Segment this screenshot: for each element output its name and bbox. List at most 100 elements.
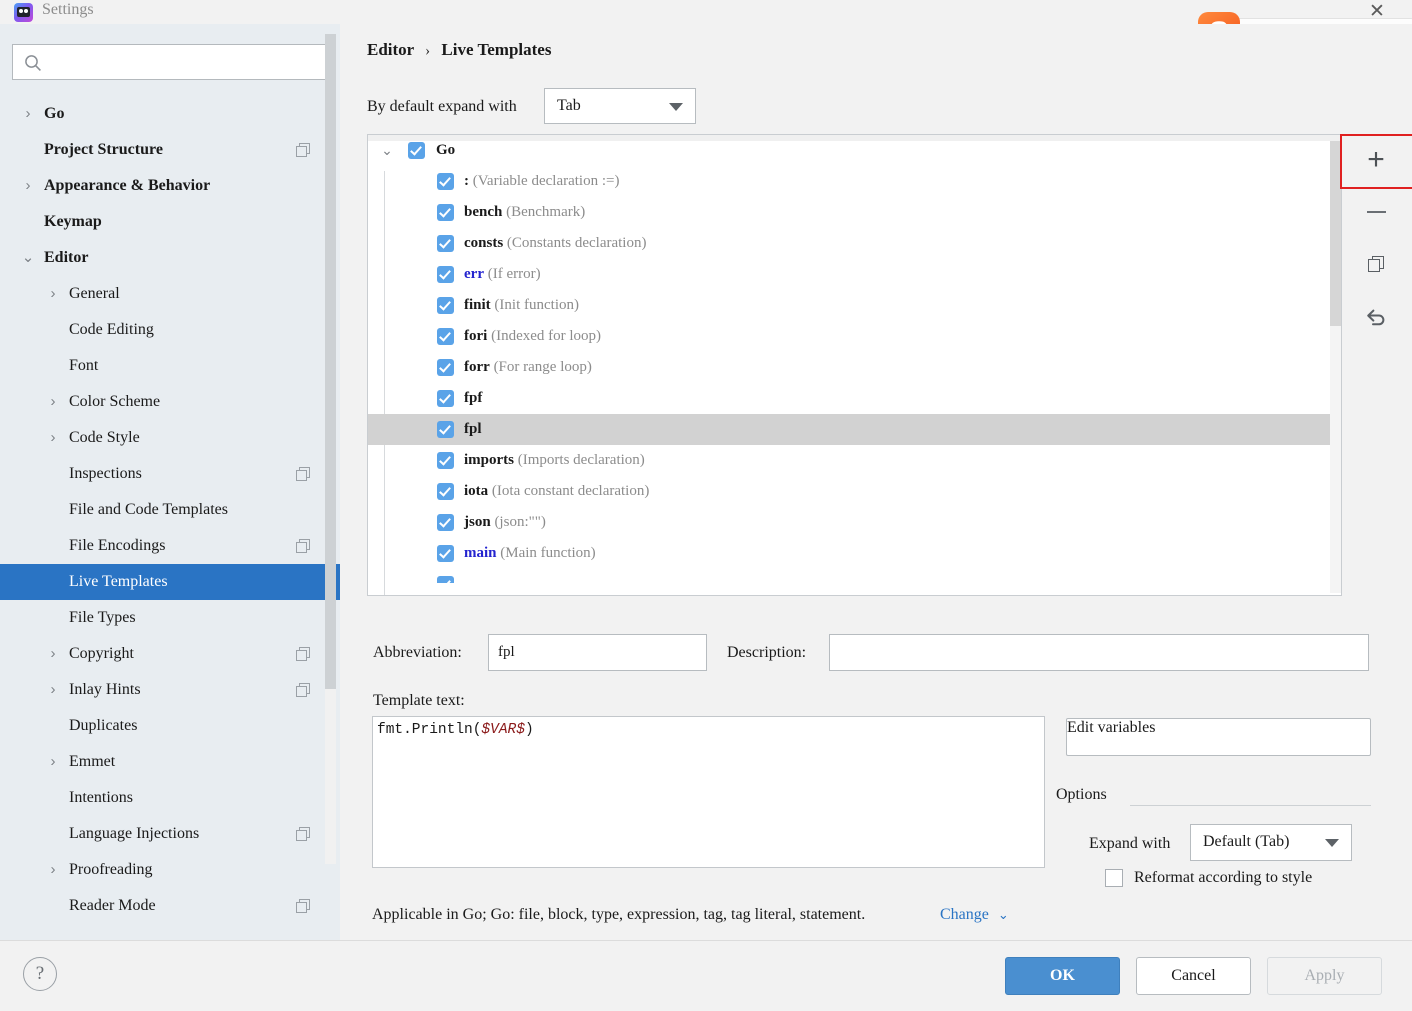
- sidebar-item-inlay-hints[interactable]: › Inlay Hints: [0, 672, 340, 708]
- sidebar-item-label: Inlay Hints: [69, 681, 141, 698]
- template-checkbox[interactable]: [408, 142, 425, 159]
- template-row[interactable]: fpl: [368, 414, 1341, 445]
- template-row[interactable]: : (Variable declaration :=): [368, 166, 1341, 197]
- chevron-right-icon[interactable]: ›: [45, 636, 61, 672]
- template-checkbox[interactable]: [437, 204, 454, 221]
- project-scope-icon: [296, 647, 310, 661]
- sidebar-item-font[interactable]: Font: [0, 348, 340, 384]
- reformat-checkbox[interactable]: [1105, 869, 1123, 887]
- chevron-down-icon: [1325, 839, 1339, 847]
- edit-variables-button[interactable]: Edit variables: [1066, 718, 1371, 756]
- template-checkbox[interactable]: [437, 421, 454, 438]
- list-scrollbar-thumb[interactable]: [1330, 141, 1341, 326]
- sidebar-item-keymap[interactable]: Keymap: [0, 204, 340, 240]
- template-checkbox[interactable]: [437, 235, 454, 252]
- restore-defaults-button[interactable]: [1350, 290, 1402, 342]
- template-checkbox[interactable]: [437, 514, 454, 531]
- apply-button[interactable]: Apply: [1267, 957, 1382, 995]
- template-row-label: err (If error): [464, 259, 541, 290]
- template-checkbox[interactable]: [437, 297, 454, 314]
- chevron-right-icon[interactable]: ›: [45, 384, 61, 420]
- template-row[interactable]: fpf: [368, 383, 1341, 414]
- template-row-label: json (json:""): [464, 507, 546, 538]
- template-row[interactable]: [368, 569, 1341, 583]
- template-checkbox[interactable]: [437, 576, 454, 583]
- chevron-down-icon[interactable]: ⌄: [378, 135, 396, 166]
- template-list[interactable]: ⌄ Go: (Variable declaration :=) bench (Ben…: [367, 134, 1342, 596]
- chevron-right-icon[interactable]: ›: [45, 744, 61, 780]
- abbreviation-input[interactable]: [488, 634, 707, 671]
- expand-with-label: Expand with: [1089, 835, 1171, 852]
- sidebar-item-proofreading[interactable]: › Proofreading: [0, 852, 340, 888]
- change-context-link[interactable]: Change ⌄: [940, 906, 1009, 924]
- sidebar-item-language-injections[interactable]: Language Injections: [0, 816, 340, 852]
- sidebar-item-go[interactable]: › Go: [0, 96, 340, 132]
- template-checkbox[interactable]: [437, 359, 454, 376]
- sidebar-item-project-structure[interactable]: Project Structure: [0, 132, 340, 168]
- sidebar-item-copyright[interactable]: › Copyright: [0, 636, 340, 672]
- remove-template-button[interactable]: [1350, 186, 1402, 238]
- template-checkbox[interactable]: [437, 266, 454, 283]
- template-row[interactable]: consts (Constants declaration): [368, 228, 1341, 259]
- sidebar-item-code-style[interactable]: › Code Style: [0, 420, 340, 456]
- sidebar-scrollbar-thumb[interactable]: [325, 34, 336, 689]
- sidebar-item-code-editing[interactable]: Code Editing: [0, 312, 340, 348]
- copy-icon: [1368, 256, 1384, 272]
- reformat-label: Reformat according to style: [1134, 869, 1313, 886]
- chevron-right-icon[interactable]: ›: [45, 276, 61, 312]
- sidebar-item-file-encodings[interactable]: File Encodings: [0, 528, 340, 564]
- expand-with-select[interactable]: Default (Tab): [1190, 824, 1352, 861]
- sidebar-item-file-and-code-templates[interactable]: File and Code Templates: [0, 492, 340, 528]
- sidebar-item-emmet[interactable]: › Emmet: [0, 744, 340, 780]
- search-input[interactable]: [51, 45, 325, 81]
- template-checkbox[interactable]: [437, 390, 454, 407]
- template-row[interactable]: json (json:""): [368, 507, 1341, 538]
- template-row[interactable]: finit (Init function): [368, 290, 1341, 321]
- sidebar-item-inspections[interactable]: Inspections: [0, 456, 340, 492]
- duplicate-template-button[interactable]: [1350, 238, 1402, 290]
- template-row[interactable]: iota (Iota constant declaration): [368, 476, 1341, 507]
- template-row[interactable]: fori (Indexed for loop): [368, 321, 1341, 352]
- template-checkbox[interactable]: [437, 452, 454, 469]
- description-input[interactable]: [829, 634, 1369, 671]
- template-checkbox[interactable]: [437, 173, 454, 190]
- template-checkbox[interactable]: [437, 483, 454, 500]
- template-row[interactable]: imports (Imports declaration): [368, 445, 1341, 476]
- chevron-right-icon[interactable]: ›: [45, 852, 61, 888]
- template-toolbar[interactable]: +: [1350, 134, 1402, 334]
- template-text-editor[interactable]: fmt.Println($VAR$): [372, 716, 1045, 868]
- template-row[interactable]: err (If error): [368, 259, 1341, 290]
- sidebar-item-general[interactable]: › General: [0, 276, 340, 312]
- sidebar-item-color-scheme[interactable]: › Color Scheme: [0, 384, 340, 420]
- chevron-right-icon[interactable]: ›: [20, 96, 36, 132]
- template-row[interactable]: forr (For range loop): [368, 352, 1341, 383]
- add-template-button[interactable]: +: [1350, 134, 1402, 186]
- default-expand-select[interactable]: Tab: [544, 88, 696, 124]
- search-box[interactable]: [12, 44, 327, 81]
- sidebar-item-live-templates[interactable]: Live Templates: [0, 564, 340, 600]
- chevron-right-icon[interactable]: ›: [20, 168, 36, 204]
- template-rows[interactable]: ⌄ Go: (Variable declaration :=) bench (Ben…: [368, 135, 1341, 583]
- default-expand-label: By default expand with: [367, 98, 517, 115]
- template-group-row[interactable]: ⌄ Go: [368, 135, 1341, 166]
- breadcrumb-parent[interactable]: Editor: [367, 40, 414, 59]
- template-checkbox[interactable]: [437, 545, 454, 562]
- sidebar-tree[interactable]: › Go Project Structure › Appearance & Behavi…: [0, 96, 340, 940]
- ok-button[interactable]: OK: [1005, 957, 1120, 995]
- sidebar-item-intentions[interactable]: Intentions: [0, 780, 340, 816]
- chevron-right-icon[interactable]: ›: [45, 672, 61, 708]
- sidebar-item-duplicates[interactable]: Duplicates: [0, 708, 340, 744]
- chevron-right-icon[interactable]: ›: [45, 420, 61, 456]
- help-button[interactable]: ?: [23, 957, 57, 991]
- template-text-label: Template text:: [373, 692, 465, 709]
- sidebar-item-editor[interactable]: ⌄ Editor: [0, 240, 340, 276]
- template-checkbox[interactable]: [437, 328, 454, 345]
- template-row[interactable]: main (Main function): [368, 538, 1341, 569]
- sidebar-item-appearance-behavior[interactable]: › Appearance & Behavior: [0, 168, 340, 204]
- template-row[interactable]: bench (Benchmark): [368, 197, 1341, 228]
- settings-window: Settings ✕ 中 °, S ›GoProject Structure›A…: [0, 0, 1412, 1011]
- sidebar-item-file-types[interactable]: File Types: [0, 600, 340, 636]
- sidebar-item-reader-mode[interactable]: Reader Mode: [0, 888, 340, 924]
- cancel-button[interactable]: Cancel: [1136, 957, 1251, 995]
- chevron-down-icon[interactable]: ⌄: [20, 240, 36, 276]
